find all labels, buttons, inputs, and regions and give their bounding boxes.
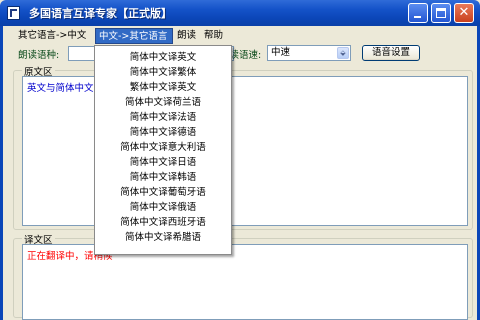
- maximize-button[interactable]: [431, 3, 451, 23]
- menu-item-zh-to-greek[interactable]: 简体中文译希腊语: [95, 230, 231, 245]
- menu-item-zh-to-en[interactable]: 简体中文译英文: [95, 50, 231, 65]
- menu-item-zh-to-dutch[interactable]: 简体中文译荷兰语: [95, 95, 231, 110]
- minimize-icon: [414, 16, 421, 18]
- window-border-left: [0, 26, 3, 320]
- close-button[interactable]: ✕: [454, 3, 474, 23]
- menu-item-zh-to-spanish[interactable]: 简体中文译西班牙语: [95, 215, 231, 230]
- window-title: 多国语言互译专家【正式版】: [29, 7, 172, 20]
- app-window: 多国语言互译专家【正式版】 ✕ 其它语言->中文 中文->其它语言 朗读 帮助 …: [0, 0, 480, 320]
- menu-bar: 其它语言->中文 中文->其它语言 朗读 帮助: [4, 28, 476, 44]
- menu-item-traditional-to-en[interactable]: 繁体中文译英文: [95, 80, 231, 95]
- menu-item-zh-to-portuguese[interactable]: 简体中文译葡萄牙语: [95, 185, 231, 200]
- menu-item-zh-to-traditional[interactable]: 简体中文译繁体: [95, 65, 231, 80]
- voice-settings-button[interactable]: 语音设置: [362, 45, 420, 61]
- source-text-area[interactable]: 英文与简体中文互译: [22, 76, 468, 226]
- read-speed-value: 中速: [271, 47, 291, 58]
- chinese-to-other-dropdown-menu: 简体中文译英文 简体中文译繁体 繁体中文译英文 简体中文译荷兰语 简体中文译法语…: [94, 45, 232, 255]
- menu-chinese-to-other[interactable]: 中文->其它语言: [95, 28, 173, 44]
- menu-item-zh-to-italian[interactable]: 简体中文译意大利语: [95, 140, 231, 155]
- target-text-area[interactable]: 正在翻译中，请稍候: [22, 244, 468, 320]
- maximize-icon: [436, 8, 446, 18]
- menu-help[interactable]: 帮助: [201, 28, 226, 44]
- menu-item-zh-to-french[interactable]: 简体中文译法语: [95, 110, 231, 125]
- menu-other-to-chinese[interactable]: 其它语言->中文: [15, 28, 89, 44]
- menu-item-zh-to-japanese[interactable]: 简体中文译日语: [95, 155, 231, 170]
- read-speed-select[interactable]: 中速 ⬙: [267, 45, 351, 61]
- title-bar[interactable]: 多国语言互译专家【正式版】 ✕: [0, 0, 480, 26]
- minimize-button[interactable]: [408, 3, 428, 23]
- menu-item-zh-to-russian[interactable]: 简体中文译俄语: [95, 200, 231, 215]
- menu-item-zh-to-german[interactable]: 简体中文译德语: [95, 125, 231, 140]
- menu-item-zh-to-korean[interactable]: 简体中文译韩语: [95, 170, 231, 185]
- close-icon: ✕: [458, 5, 470, 20]
- read-language-label: 朗读语种:: [18, 50, 60, 61]
- app-icon: [7, 6, 20, 20]
- chevron-down-icon[interactable]: ⬙: [337, 47, 349, 59]
- menu-read[interactable]: 朗读: [174, 28, 199, 44]
